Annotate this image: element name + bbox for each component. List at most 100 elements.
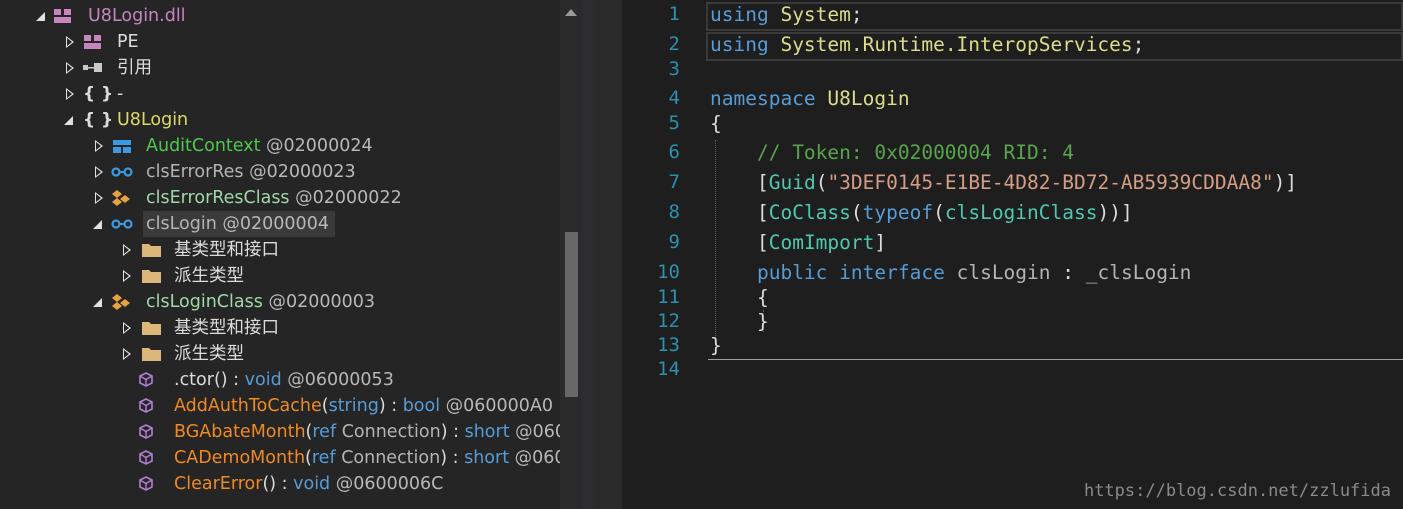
folder-icon [142,322,161,335]
tree-label-dll: U8Login.dll [88,6,186,26]
line-number: 11 [657,286,680,308]
tree-scrollbar[interactable] [560,0,582,509]
type-name: AuditContext [146,136,261,156]
collapse-arrow-icon[interactable] [34,3,46,29]
line-number: 3 [668,58,680,80]
collapse-arrow-icon[interactable] [91,289,103,315]
namespace-icon: { } [83,84,114,104]
method-icon [139,450,153,465]
tree-label-pe: PE [117,32,139,52]
tree-node-method[interactable]: AddAuthToCache(string) : bool @060000A0 [0,393,560,419]
tree-label-base-types: 基类型和接口 [174,240,279,260]
code-line: { [756,286,769,309]
code-line: using System.Runtime.InteropServices; [710,33,1145,56]
tree-node-clserrorres[interactable]: clsErrorRes @02000023 [0,159,560,185]
expand-arrow-icon[interactable] [64,81,76,107]
expand-arrow-icon[interactable] [121,263,133,289]
tree-node-clslogin[interactable]: clsLogin @02000004 [0,211,560,237]
expand-arrow-icon[interactable] [64,29,76,55]
method-name: CADemoMonth [174,448,306,468]
type-token: @02000023 [249,162,356,182]
class-icon [112,190,130,206]
code-line: { [710,112,722,135]
expand-arrow-icon[interactable] [64,55,76,81]
method-icon [139,424,153,439]
expand-arrow-icon[interactable] [93,185,105,211]
assembly-icon [54,9,71,23]
method-token: @06000053 [281,370,394,390]
tree-node-namespace-u8login[interactable]: { } U8Login [0,107,560,133]
namespace-end-separator [708,359,1403,360]
method-token: @060 [515,422,560,442]
code-line: } [756,310,769,333]
interface-icon [111,219,133,229]
interface-icon [111,167,133,177]
code-line: // Token: 0x02000004 RID: 4 [756,141,1074,164]
editor-gutter [596,0,622,509]
expand-arrow-icon[interactable] [121,237,133,263]
selected-node: clsLogin @02000004 [143,211,335,237]
scroll-up-arrow-icon[interactable] [565,9,577,16]
method-return-type: void [244,370,282,390]
line-number: 4 [668,87,680,109]
tree-label-derived-types: 派生类型 [174,344,244,364]
type-token: @02000004 [222,214,329,234]
type-token: @02000022 [295,188,402,208]
namespace-icon: { } [83,110,114,130]
expand-arrow-icon[interactable] [121,341,133,367]
line-number: 14 [657,358,680,380]
tree-node-derived-types[interactable]: 派生类型 [0,341,560,367]
pane-splitter[interactable] [582,0,596,509]
tree-label-empty-namespace: - [117,84,124,104]
tree-label-base-types: 基类型和接口 [174,318,279,338]
struct-icon [113,140,131,153]
tree-node-method[interactable]: ClearError() : void @0600006C [0,471,560,497]
tree-node-dll[interactable]: U8Login.dll [0,3,560,29]
code-line: [ComImport] [756,231,887,254]
tree-node-method[interactable]: .ctor() : void @06000053 [0,367,560,393]
tree-node-pe[interactable]: PE [0,29,560,55]
expand-arrow-icon[interactable] [93,133,105,159]
method-icon [139,372,153,387]
line-number: 8 [668,201,680,223]
method-name: BGAbateMonth [174,422,306,442]
references-icon [83,63,102,72]
method-token: @060 [509,448,560,468]
collapse-arrow-icon[interactable] [91,211,103,237]
method-token: @0600006C [330,474,444,494]
tree-label-namespace-u8login: U8Login [117,110,189,130]
method-return-type: short [464,422,510,442]
tree-node-empty-namespace[interactable]: { } - [0,81,560,107]
method-return-type: short [464,448,510,468]
assembly-tree[interactable]: U8Login.dll PE 引用 { } - { } U8Login Audi… [0,0,560,509]
tree-node-auditcontext[interactable]: AuditContext @02000024 [0,133,560,159]
expand-arrow-icon[interactable] [93,159,105,185]
method-icon [139,398,153,413]
method-name: ClearError [174,474,263,494]
tree-node-references[interactable]: 引用 [0,55,560,81]
code-editor[interactable]: 1 2 3 4 5 6 7 8 9 10 11 12 13 14 using S… [596,0,1403,509]
tree-node-method[interactable]: BGAbateMonth(ref Connection) : short @06… [0,419,560,445]
line-number: 12 [657,310,680,332]
tree-node-clserrorresclass[interactable]: clsErrorResClass @02000022 [0,185,560,211]
type-name: clsErrorRes [146,162,244,182]
tree-label-references: 引用 [117,58,152,78]
class-icon [112,294,130,310]
method-return-type: bool [402,396,441,416]
collapse-arrow-icon[interactable] [62,107,74,133]
type-name: clsLogin [146,214,217,234]
line-number: 2 [668,33,680,55]
scroll-thumb[interactable] [565,232,578,397]
pe-icon [84,35,101,49]
tree-node-base-types[interactable]: 基类型和接口 [0,315,560,341]
folder-icon [142,348,161,361]
tree-node-base-types[interactable]: 基类型和接口 [0,237,560,263]
code-line: } [710,334,722,357]
tree-node-derived-types[interactable]: 派生类型 [0,263,560,289]
watermark: https://blog.csdn.net/zzlufida [1083,481,1391,501]
expand-arrow-icon[interactable] [121,315,133,341]
tree-node-clsloginclass[interactable]: clsLoginClass @02000003 [0,289,560,315]
type-name: clsLoginClass [146,292,263,312]
line-number: 9 [668,231,680,253]
tree-node-method[interactable]: CADemoMonth(ref Connection) : short @060 [0,445,560,471]
